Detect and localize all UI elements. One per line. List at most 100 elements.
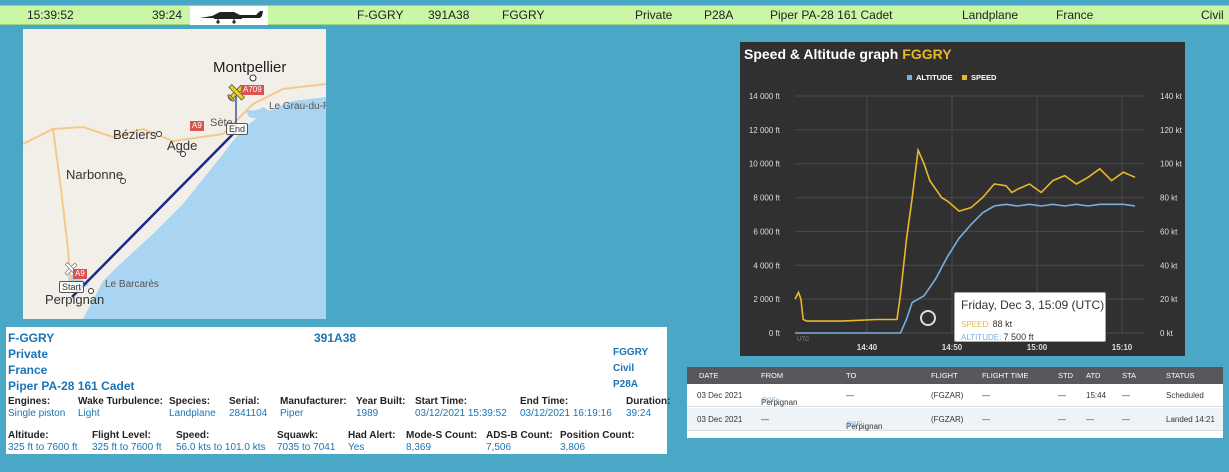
altitude-label: Altitude: bbox=[8, 430, 49, 441]
engines-value: Single piston bbox=[8, 408, 66, 419]
map-label-le-grau-du-roi: Le Grau-du-Roi bbox=[269, 101, 326, 112]
y-right-tick-label: 40 kt bbox=[1160, 261, 1178, 270]
legend-label-speed: SPEED bbox=[971, 73, 997, 82]
legend-label-altitude: ALTITUDE bbox=[916, 73, 953, 82]
info-model: Piper PA-28 161 Cadet bbox=[8, 379, 135, 393]
map-label-beziers: Béziers bbox=[113, 127, 157, 142]
wake-turbulence-label: Wake Turbulence: bbox=[78, 396, 164, 407]
map-label-perpignan: Perpignan bbox=[45, 292, 105, 307]
y-left-tick-label: 10 000 ft bbox=[749, 160, 781, 169]
duration-label: Duration: bbox=[626, 396, 671, 407]
legend-swatch-altitude bbox=[907, 75, 912, 80]
flight-level-value: 325 ft to 7600 ft bbox=[92, 442, 162, 453]
aircraft-class: Landplane bbox=[962, 8, 1019, 22]
position-count-value: 3,806 bbox=[560, 442, 586, 453]
cell-std: — bbox=[1058, 415, 1066, 424]
end-time-value: 03/12/2021 16:19:16 bbox=[520, 408, 612, 419]
speed-label: Speed: bbox=[176, 430, 210, 441]
cell-flight-time: — bbox=[982, 391, 990, 400]
start-time-value: 03/12/2021 15:39:52 bbox=[415, 408, 507, 419]
flight-track-map[interactable]: Montpellier Béziers Agde Narbonne Perpig… bbox=[23, 29, 326, 319]
road-shield-a9: A9 bbox=[190, 121, 204, 131]
cell-flight-time: — bbox=[982, 415, 990, 424]
cell-status: Scheduled bbox=[1166, 391, 1204, 400]
serial-label: Serial: bbox=[229, 396, 260, 407]
chart-tooltip: Friday, Dec 3, 15:09 (UTC) SPEED: 88 kt … bbox=[954, 292, 1106, 342]
aircraft-model: Piper PA-28 161 Cadet bbox=[770, 8, 893, 22]
y-right-tick-label: 60 kt bbox=[1160, 227, 1178, 236]
y-right-tick-label: 140 kt bbox=[1160, 92, 1183, 101]
flight-summary-bar[interactable]: 15:39:52 39:24 F-GGRY 391A38 FGGRY Priva… bbox=[0, 5, 1229, 25]
cell-flight: (FGZAR) bbox=[931, 391, 964, 400]
col-date: DATE bbox=[699, 371, 719, 380]
tooltip-speed-label: SPEED: bbox=[961, 320, 991, 329]
mode-s-code: 391A38 bbox=[428, 8, 470, 22]
had-alert-label: Had Alert: bbox=[348, 430, 396, 441]
cell-sta: — bbox=[1122, 391, 1130, 400]
ads-b-count-value: 7,506 bbox=[486, 442, 512, 453]
cell-date: 03 Dec 2021 bbox=[697, 391, 743, 400]
info-type-code: P28A bbox=[613, 379, 639, 390]
year-built-label: Year Built: bbox=[356, 396, 406, 407]
y-left-tick-label: 14 000 ft bbox=[749, 92, 781, 101]
flight-level-label: Flight Level: bbox=[92, 430, 151, 441]
x-tick-label: 15:00 bbox=[1027, 343, 1048, 352]
info-owner: Private bbox=[8, 347, 49, 361]
tooltip-altitude-label: ALTITUDE: bbox=[961, 333, 1002, 342]
y-left-tick-label: 2 000 ft bbox=[753, 295, 780, 304]
y-left-tick-label: 6 000 ft bbox=[753, 227, 780, 236]
cell-from: — bbox=[761, 415, 769, 424]
cell-status: Landed 14:21 bbox=[1166, 415, 1215, 424]
y-right-tick-label: 20 kt bbox=[1160, 295, 1178, 304]
x-tick-label: UTC bbox=[797, 337, 810, 343]
road-shield-a9: A9 bbox=[73, 269, 87, 279]
speed-altitude-chart[interactable]: Speed & Altitude graph FGGRY 0 ft 0 kt 2 00… bbox=[740, 42, 1185, 356]
owner: Private bbox=[635, 8, 673, 22]
col-flight-time: FLIGHT TIME bbox=[982, 371, 1029, 380]
table-row[interactable]: 03 Dec 2021 — Perpignan (PGF) (FGZAR) — … bbox=[687, 408, 1223, 431]
start-time-label: Start Time: bbox=[415, 396, 468, 407]
start-time: 15:39:52 bbox=[27, 8, 74, 22]
mode-s-count-label: Mode-S Count: bbox=[406, 430, 478, 441]
serial-value: 2841104 bbox=[229, 408, 268, 419]
speed-value: 56.0 kts to 101.0 kts bbox=[176, 442, 266, 453]
y-right-tick-label: 80 kt bbox=[1160, 194, 1178, 203]
col-atd: ATD bbox=[1086, 371, 1101, 380]
y-right-tick-label: 0 kt bbox=[1160, 329, 1174, 338]
end-marker[interactable]: End bbox=[226, 123, 249, 135]
category: Civil bbox=[1201, 8, 1224, 22]
cell-to: — bbox=[846, 391, 854, 400]
info-mode-s: 391A38 bbox=[314, 331, 357, 345]
manufacturer-label: Manufacturer: bbox=[280, 396, 347, 407]
engines-label: Engines: bbox=[8, 396, 51, 407]
table-header: DATE FROM TO FLIGHT FLIGHT TIME STD ATD … bbox=[687, 367, 1223, 384]
cell-sta: — bbox=[1122, 415, 1130, 424]
squawk-value: 7035 to 7041 bbox=[277, 442, 336, 453]
y-left-tick-label: 12 000 ft bbox=[749, 126, 781, 135]
altitude-value: 325 ft to 7600 ft bbox=[8, 442, 78, 453]
manufacturer-value: Piper bbox=[280, 408, 304, 419]
y-right-tick-label: 120 kt bbox=[1160, 126, 1183, 135]
species-label: Species: bbox=[169, 396, 211, 407]
col-std: STD bbox=[1058, 371, 1073, 380]
city-dot bbox=[156, 131, 162, 137]
species-value: Landplane bbox=[169, 408, 216, 419]
table-row[interactable]: 03 Dec 2021 Perpignan (PGF) — (FGZAR) — … bbox=[687, 384, 1223, 407]
cell-flight: (FGZAR) bbox=[931, 415, 964, 424]
aircraft-silhouette-icon bbox=[200, 11, 263, 24]
x-tick-label: 14:50 bbox=[942, 343, 963, 352]
callsign: FGGRY bbox=[502, 8, 545, 22]
col-status: STATUS bbox=[1166, 371, 1195, 380]
type-code: P28A bbox=[704, 8, 734, 22]
map-label-le-barcares: Le Barcarès bbox=[105, 279, 159, 290]
cell-from-code: (PGF) bbox=[761, 398, 778, 404]
duration: 39:24 bbox=[152, 8, 183, 22]
col-flight: FLIGHT bbox=[931, 371, 958, 380]
y-left-tick-label: 0 ft bbox=[769, 329, 781, 338]
start-marker[interactable]: Start bbox=[59, 281, 85, 293]
had-alert-value: Yes bbox=[348, 442, 365, 453]
info-registration: F-GGRY bbox=[8, 331, 55, 345]
col-sta: STA bbox=[1122, 371, 1137, 380]
tooltip-speed-value: 88 kt bbox=[992, 319, 1013, 329]
road-shield-a709: A709 bbox=[241, 85, 264, 95]
